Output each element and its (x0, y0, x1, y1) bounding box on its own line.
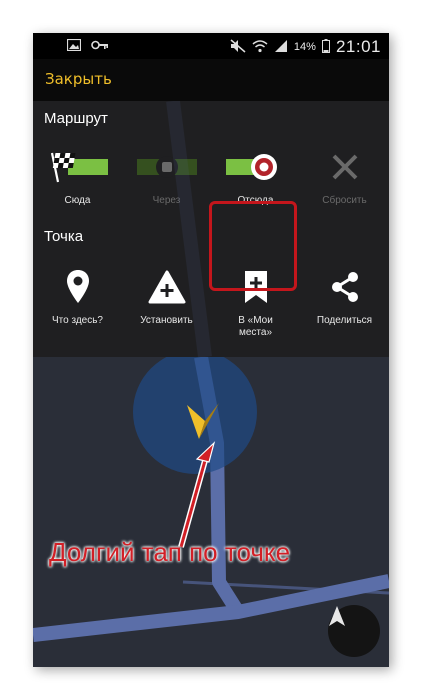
close-icon (332, 154, 357, 180)
route-reset-label: Сбросить (322, 195, 367, 206)
wifi-icon (252, 39, 268, 56)
status-bar: 14% 21:01 (33, 33, 389, 59)
share-label: Поделиться (316, 315, 373, 326)
clock: 21:01 (335, 37, 381, 56)
route-via-button[interactable]: Через (122, 147, 211, 207)
route-from-here-button[interactable]: Отсюда (211, 147, 300, 207)
what-is-here-button[interactable]: Что здесь? (33, 267, 122, 339)
add-to-my-places-button[interactable]: В «Мои места» (211, 267, 300, 339)
mute-icon (230, 38, 246, 56)
point-section-title: Точка (44, 228, 84, 245)
map-pin-icon (66, 270, 89, 303)
point-actions-row: Что здесь? Установить В «Мои места» Поде… (33, 267, 389, 339)
set-point-label: Установить (140, 315, 193, 326)
waypoint-icon (136, 156, 197, 178)
route-actions-row: Сюда Через Отсюда Сбросить (33, 147, 389, 207)
map-view[interactable]: Долгий тап по точке (33, 357, 389, 667)
route-from-here-label: Отсюда (237, 195, 274, 206)
what-is-here-label: Что здесь? (51, 315, 103, 326)
key-icon (91, 38, 109, 56)
add-warning-icon (148, 270, 185, 304)
top-bar: Закрыть (33, 59, 389, 101)
share-icon (331, 272, 358, 302)
location-cursor-icon (187, 403, 219, 439)
status-right: 14% 21:01 (230, 37, 381, 57)
annotation-text: Долгий тап по точке (49, 537, 291, 567)
route-reset-button[interactable]: Сбросить (300, 147, 389, 207)
set-point-button[interactable]: Установить (122, 267, 211, 339)
action-panel: Маршрут Сюда Через Отсюда Сбросить Точка… (33, 101, 389, 357)
start-point-icon (225, 154, 277, 180)
status-left (66, 38, 109, 56)
route-to-here-label: Сюда (64, 195, 91, 206)
navigation-button[interactable] (328, 605, 380, 657)
share-button[interactable]: Поделиться (300, 267, 389, 339)
image-notification-icon (66, 38, 82, 56)
navigation-arrow-icon (329, 606, 345, 626)
route-section-title: Маршрут (44, 110, 108, 127)
add-to-my-places-label: В «Мои места» (238, 315, 273, 338)
battery-icon (321, 38, 330, 56)
bookmark-add-icon (244, 271, 267, 303)
battery-percent: 14% (293, 41, 316, 53)
route-to-here-button[interactable]: Сюда (33, 147, 122, 207)
signal-icon (274, 39, 288, 56)
phone-screen: 14% 21:01 Закрыть Маршрут Сюда Через Отс… (33, 33, 389, 667)
route-via-label: Через (152, 195, 181, 206)
checkered-flag-icon (50, 152, 108, 183)
close-button[interactable]: Закрыть (45, 70, 112, 88)
